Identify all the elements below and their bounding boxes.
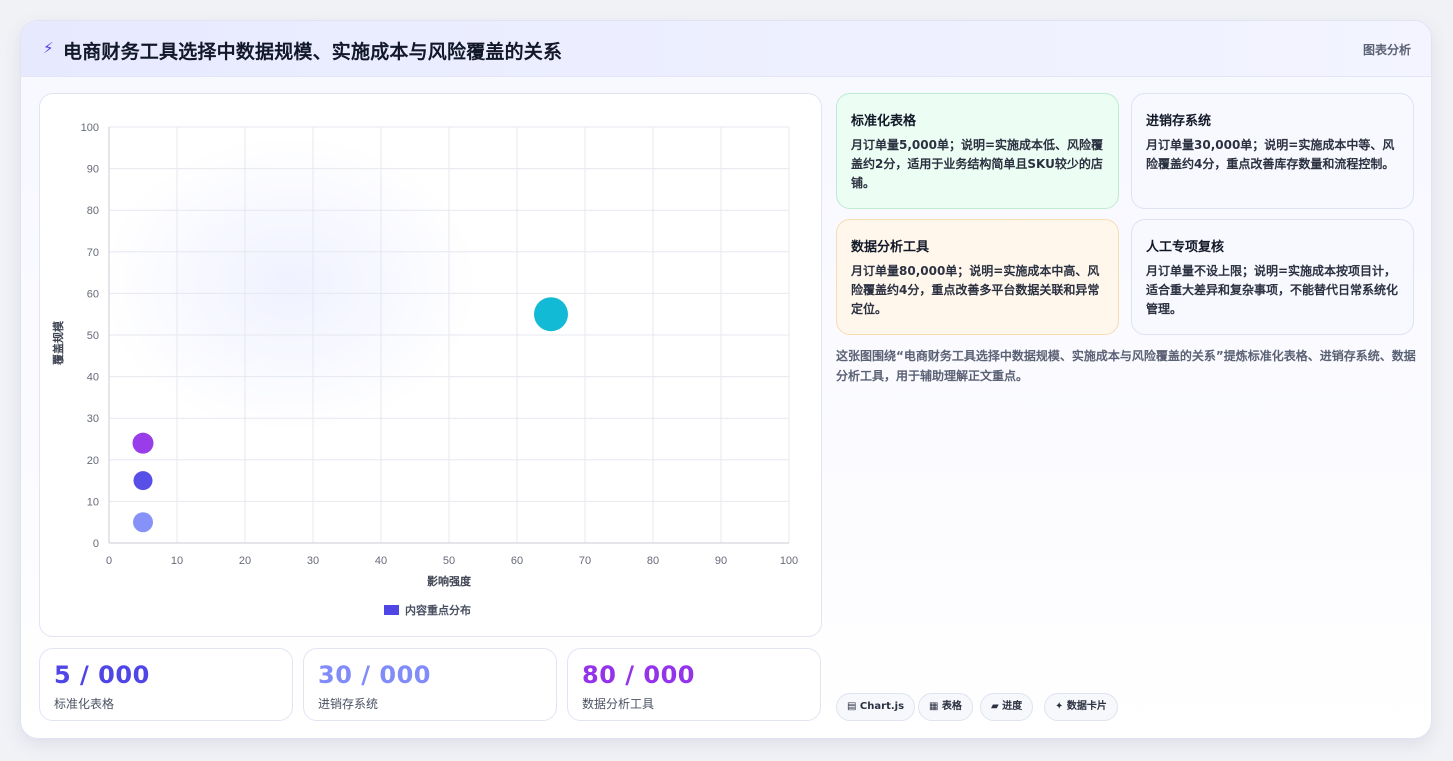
- stat-value: 80 / 000: [582, 661, 695, 689]
- info-card-standard-table: 标准化表格 月订单量5,000单；说明=实施成本低、风险覆盖约2分，适用于业务结…: [836, 93, 1119, 209]
- x-tick-label: 50: [443, 555, 455, 567]
- y-tick-label: 80: [87, 205, 99, 217]
- x-axis-title: 影响强度: [427, 574, 472, 588]
- y-tick-label: 70: [87, 247, 99, 259]
- info-card-analytics-tool: 数据分析工具 月订单量80,000单；说明=实施成本中高、风险覆盖约4分，重点改…: [836, 219, 1119, 335]
- stat-card-2: 30 / 000 进销存系统: [303, 648, 557, 721]
- info-card-title: 数据分析工具: [851, 240, 930, 255]
- info-card-title: 人工专项复核: [1146, 240, 1225, 255]
- stat-label: 数据分析工具: [582, 697, 655, 711]
- x-tick-label: 80: [647, 555, 659, 567]
- legend-swatch: [384, 605, 399, 615]
- stat-card-3: 80 / 000 数据分析工具: [567, 648, 821, 721]
- info-card-body: 月订单量不设上限；说明=实施成本按项目计，适合重大差异和复杂事项，不能替代日常系…: [1146, 264, 1399, 316]
- x-tick-label: 90: [715, 555, 727, 567]
- chart-analysis-tag: 图表分析: [1362, 43, 1411, 57]
- chip-progress[interactable]: ▰ 进度: [980, 693, 1034, 721]
- chip-data-card[interactable]: ✦ 数据卡片: [1044, 693, 1118, 721]
- info-card-manual-review: 人工专项复核 月订单量不设上限；说明=实施成本按项目计，适合重大差异和复杂事项，…: [1131, 219, 1414, 335]
- chart-summary: 这张图围绕“电商财务工具选择中数据规模、实施成本与风险覆盖的关系”提炼标准化表格…: [836, 349, 1416, 383]
- scatter-chart: 0 10 20 30 40 50 60 70 80 90 100 0 10 20 30 40 50 60 70 80 9…: [51, 122, 798, 588]
- stat-value: 5 / 000: [54, 661, 150, 689]
- x-tick-label: 30: [307, 555, 319, 567]
- y-tick-label: 30: [87, 413, 99, 425]
- page-title: 电商财务工具选择中数据规模、实施成本与风险覆盖的关系: [63, 41, 563, 63]
- legend-label: 内容重点分布: [405, 604, 471, 617]
- x-tick-label: 70: [579, 555, 591, 567]
- stat-label: 标准化表格: [54, 697, 115, 711]
- stat-value: 30 / 000: [318, 661, 431, 689]
- scatter-point: [133, 471, 153, 491]
- y-tick-label: 50: [87, 330, 99, 342]
- info-card-title: 标准化表格: [851, 114, 917, 129]
- info-card-body: 月订单量5,000单；说明=实施成本低、风险覆盖约2分，适用于业务结构简单且SK…: [851, 138, 1104, 190]
- x-tick-label: 20: [239, 555, 251, 567]
- x-tick-label: 40: [375, 555, 387, 567]
- y-tick-label: 40: [87, 372, 99, 384]
- y-tick-label: 0: [93, 538, 99, 550]
- x-tick-label: 0: [106, 555, 112, 567]
- stat-card-1: 5 / 000 标准化表格: [39, 648, 293, 721]
- x-tick-label: 10: [171, 555, 183, 567]
- y-tick-label: 10: [87, 496, 99, 508]
- x-tick-label: 100: [780, 555, 798, 567]
- chart-legend[interactable]: 内容重点分布: [384, 602, 471, 618]
- chart-panel: 0 10 20 30 40 50 60 70 80 90 100 0 10 20 30 40 50 60 70 80 9…: [39, 93, 822, 637]
- y-tick-label: 100: [81, 122, 99, 134]
- card-header: ⚡ 电商财务工具选择中数据规模、实施成本与风险覆盖的关系 图表分析: [21, 21, 1431, 77]
- main-card: ⚡ 电商财务工具选择中数据规模、实施成本与风险覆盖的关系 图表分析 0 10 20 3…: [20, 20, 1432, 739]
- x-tick-label: 60: [511, 555, 523, 567]
- chip-chartjs[interactable]: ▤ Chart.js: [836, 693, 916, 721]
- stat-label: 进销存系统: [318, 697, 379, 711]
- y-tick-label: 20: [87, 455, 99, 467]
- scatter-point: [132, 432, 154, 454]
- scatter-point: [133, 512, 153, 533]
- info-card-inventory-system: 进销存系统 月订单量30,000单；说明=实施成本中等、风险覆盖约4分，重点改善…: [1131, 93, 1414, 209]
- y-tick-label: 60: [87, 288, 99, 300]
- info-card-title: 进销存系统: [1146, 114, 1212, 129]
- scatter-point: [534, 297, 568, 332]
- chip-table[interactable]: ▦ 表格: [918, 693, 973, 721]
- y-axis-title: 覆盖规模: [51, 320, 65, 365]
- y-tick-label: 90: [87, 164, 99, 176]
- info-card-body: 月订单量30,000单；说明=实施成本中等、风险覆盖约4分，重点改善库存数量和流…: [1146, 138, 1395, 171]
- info-card-body: 月订单量80,000单；说明=实施成本中高、风险覆盖约4分，重点改善多平台数据关…: [851, 264, 1100, 316]
- bolt-icon: ⚡: [43, 39, 54, 57]
